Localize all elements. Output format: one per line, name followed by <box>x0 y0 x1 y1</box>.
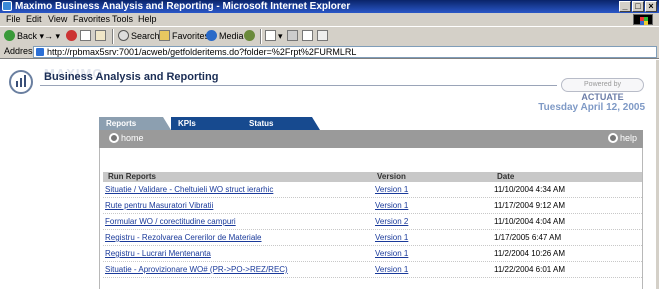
discuss-button[interactable] <box>317 29 330 43</box>
media-icon <box>206 30 217 41</box>
favorites-button[interactable]: Favorites <box>159 29 209 43</box>
banner-divider <box>40 85 557 86</box>
help-icon <box>607 133 618 143</box>
home-link[interactable]: home <box>109 133 144 143</box>
back-button[interactable]: Back ▾ <box>4 29 44 43</box>
address-input[interactable]: http://rpbmax5srv:7001/acweb/getfolderit… <box>33 46 657 58</box>
menu-view[interactable]: View <box>48 14 67 25</box>
menu-help[interactable]: Help <box>138 14 157 25</box>
report-link[interactable]: Situatie / Validare - Cheltuieli WO stru… <box>105 185 273 194</box>
search-button[interactable]: Search <box>118 29 160 43</box>
column-date: Date <box>497 172 515 181</box>
report-link[interactable]: Formular WO / corectitudine campuri <box>105 217 236 226</box>
tab-reports[interactable]: Reports <box>99 117 171 130</box>
table-row: Registru - Rezolvarea Cererilor de Mater… <box>103 230 642 246</box>
toolbar: Back ▾ → ▾ Search Favorites Media ▾ <box>0 26 659 45</box>
home-browser-button[interactable] <box>95 29 108 43</box>
menu-edit[interactable]: Edit <box>26 14 42 25</box>
table-row: Registru - Lucrari Mentenanta Version 1 … <box>103 246 642 262</box>
windows-logo-icon <box>633 14 653 25</box>
discuss-icon <box>317 30 328 41</box>
report-link[interactable]: Rute pentru Masuratori Vibratii <box>105 201 213 210</box>
column-version: Version <box>377 172 406 181</box>
print-icon <box>287 30 298 41</box>
report-date: 11/22/2004 6:01 AM <box>494 265 566 274</box>
mail-icon <box>265 30 276 41</box>
media-button[interactable]: Media <box>206 29 244 43</box>
table-row: Formular WO / corectitudine campuri Vers… <box>103 214 642 230</box>
address-bar: Address http://rpbmax5srv:7001/acweb/get… <box>0 45 659 59</box>
version-link[interactable]: Version 1 <box>375 201 408 210</box>
report-link[interactable]: Registru - Lucrari Mentenanta <box>105 249 211 258</box>
edit-button[interactable] <box>302 29 315 43</box>
maximo-logo-icon <box>9 70 33 94</box>
address-url: http://rpbmax5srv:7001/acweb/getfolderit… <box>47 47 357 57</box>
menu-bar: File Edit View Favorites Tools Help <box>0 13 659 26</box>
history-icon <box>244 30 255 41</box>
report-link[interactable]: Situatie - Aprovizionare WO# (PR->PO->RE… <box>105 265 288 274</box>
version-link[interactable]: Version 1 <box>375 233 408 242</box>
home-icon <box>109 133 119 143</box>
edit-icon <box>302 30 313 41</box>
refresh-button[interactable] <box>80 29 93 43</box>
version-link[interactable]: Version 1 <box>375 265 408 274</box>
column-run-reports: Run Reports <box>108 172 156 181</box>
report-date: 11/10/2004 4:34 AM <box>494 185 566 194</box>
report-link[interactable]: Registru - Rezolvarea Cererilor de Mater… <box>105 233 262 242</box>
current-date: Tuesday April 12, 2005 <box>538 102 645 113</box>
table-row: Situatie / Validare - Cheltuieli WO stru… <box>103 182 642 198</box>
page-icon <box>36 48 44 56</box>
table-row: Situatie - Aprovizionare WO# (PR->PO->RE… <box>103 262 642 278</box>
stop-button[interactable] <box>66 29 79 43</box>
report-date: 11/2/2004 10:26 AM <box>494 249 566 258</box>
back-arrow-icon <box>4 30 15 41</box>
page-content: MAXIMO Business Analysis and Reporting P… <box>0 60 659 289</box>
tab-kpis[interactable]: KPIs <box>171 117 251 130</box>
history-button[interactable] <box>244 29 257 43</box>
forward-button[interactable]: → ▾ <box>44 29 60 43</box>
powered-by-badge: Powered by ACTUATE <box>561 78 644 102</box>
favorites-icon <box>159 30 170 41</box>
refresh-icon <box>80 30 91 41</box>
ie-icon <box>2 1 12 11</box>
version-link[interactable]: Version 1 <box>375 249 408 258</box>
menu-tools[interactable]: Tools <box>112 14 133 25</box>
tab-status[interactable]: Status <box>243 117 320 130</box>
home-browser-icon <box>95 30 106 41</box>
mail-button[interactable]: ▾ <box>265 29 283 43</box>
nav-bar: home help <box>99 130 643 148</box>
version-link[interactable]: Version 1 <box>375 185 408 194</box>
actuate-logo: ACTUATE <box>581 92 624 102</box>
maximize-button[interactable]: □ <box>632 1 644 12</box>
report-date: 1/17/2005 6:47 AM <box>494 233 562 242</box>
table-row: Rute pentru Masuratori Vibratii Version … <box>103 198 642 214</box>
minimize-button[interactable]: _ <box>619 1 631 12</box>
print-button[interactable] <box>287 29 300 43</box>
report-date: 11/10/2004 4:04 AM <box>494 217 566 226</box>
version-link[interactable]: Version 2 <box>375 217 408 226</box>
close-button[interactable]: × <box>645 1 657 12</box>
stop-icon <box>66 30 77 41</box>
report-date: 11/17/2004 9:12 AM <box>494 201 566 210</box>
search-icon <box>118 30 129 41</box>
table-header: Run Reports Version Date <box>103 172 642 182</box>
window-title: Maximo Business Analysis and Reporting -… <box>15 1 351 12</box>
menu-favorites[interactable]: Favorites <box>73 14 110 25</box>
app-title: Business Analysis and Reporting <box>44 71 219 83</box>
help-link[interactable]: help <box>607 133 637 143</box>
menu-file[interactable]: File <box>6 14 21 25</box>
window-title-bar: Maximo Business Analysis and Reporting -… <box>0 0 659 13</box>
